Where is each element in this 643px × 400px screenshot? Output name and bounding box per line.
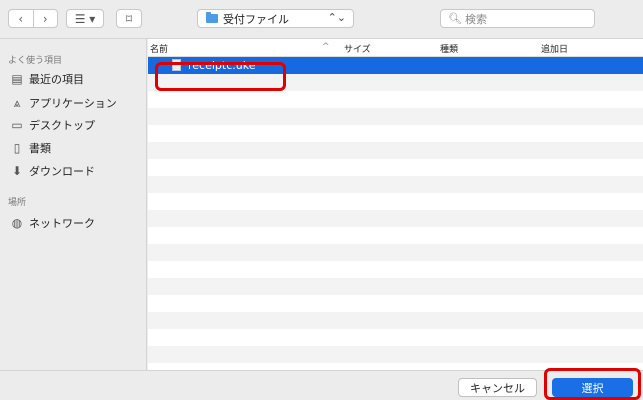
sidebar-item-documents[interactable]: ▯ 書類 bbox=[10, 140, 51, 156]
new-folder-button[interactable]: ⌑ bbox=[116, 9, 142, 28]
sidebar-item-network[interactable]: ◍ ネットワーク bbox=[10, 215, 95, 231]
column-header: 名前 ^ サイズ 種類 追加日 bbox=[148, 39, 643, 57]
sidebar-item-label: 書類 bbox=[29, 142, 51, 155]
column-kind[interactable]: 種類 bbox=[440, 42, 458, 55]
column-date-added[interactable]: 追加日 bbox=[541, 42, 568, 55]
search-icon: 🔍︎ bbox=[448, 12, 462, 25]
chevron-updown-icon: ⌃⌄ bbox=[327, 11, 346, 24]
column-size[interactable]: サイズ bbox=[344, 42, 371, 55]
table-row bbox=[148, 329, 643, 346]
table-row bbox=[148, 278, 643, 295]
file-highlight-annotation bbox=[155, 62, 286, 91]
applications-icon: ⩓ bbox=[13, 95, 21, 110]
location-label: 受付ファイル bbox=[223, 12, 289, 26]
sidebar-header-favorites: よく使う項目 bbox=[8, 56, 63, 66]
sidebar: よく使う項目 ▤ 最近の項目 ⩓ アプリケーション ▭ デスクトップ ▯ 書類 … bbox=[0, 39, 147, 370]
sidebar-item-label: ネットワーク bbox=[29, 217, 95, 230]
sidebar-item-applications[interactable]: ⩓ アプリケーション bbox=[10, 95, 117, 111]
sidebar-item-label: 最近の項目 bbox=[29, 73, 84, 86]
table-row bbox=[148, 108, 643, 125]
search-placeholder: 検索 bbox=[464, 12, 487, 26]
file-rows: receiptc.uke bbox=[148, 57, 643, 370]
forward-button[interactable]: › bbox=[34, 10, 58, 27]
table-row bbox=[148, 346, 643, 363]
location-popup[interactable]: 受付ファイル ⌃⌄ bbox=[197, 9, 354, 28]
cancel-button[interactable]: キャンセル bbox=[458, 378, 537, 397]
table-row bbox=[148, 261, 643, 278]
sidebar-item-label: アプリケーション bbox=[29, 97, 117, 110]
network-icon: ◍ bbox=[11, 216, 23, 230]
downloads-icon: ⬇ bbox=[11, 164, 23, 178]
toolbar: ‹ › ☰ ▾ ⌑ 受付ファイル ⌃⌄ 🔍︎ 検索 bbox=[0, 0, 643, 39]
sidebar-item-recents[interactable]: ▤ 最近の項目 bbox=[10, 71, 84, 87]
sidebar-item-downloads[interactable]: ⬇ ダウンロード bbox=[10, 163, 95, 179]
table-row bbox=[148, 125, 643, 142]
recents-icon: ▤ bbox=[11, 72, 23, 86]
desktop-icon: ▭ bbox=[11, 118, 23, 132]
table-row bbox=[148, 210, 643, 227]
table-row bbox=[148, 193, 643, 210]
sidebar-item-label: デスクトップ bbox=[29, 119, 95, 132]
table-row bbox=[148, 227, 643, 244]
sidebar-item-label: ダウンロード bbox=[29, 165, 95, 178]
folder-icon bbox=[206, 12, 218, 23]
documents-icon: ▯ bbox=[13, 141, 21, 155]
search-field[interactable]: 🔍︎ 検索 bbox=[440, 9, 595, 28]
table-row bbox=[148, 159, 643, 176]
sidebar-item-desktop[interactable]: ▭ デスクトップ bbox=[10, 117, 95, 133]
table-row bbox=[148, 142, 643, 159]
view-options-button[interactable]: ☰ ▾ bbox=[66, 9, 104, 28]
column-name[interactable]: 名前 bbox=[150, 42, 168, 55]
nav-button-group: ‹ › bbox=[8, 9, 58, 28]
sidebar-header-places: 場所 bbox=[8, 198, 27, 208]
back-button[interactable]: ‹ bbox=[9, 10, 34, 27]
table-row bbox=[148, 91, 643, 108]
table-row bbox=[148, 312, 643, 329]
table-row bbox=[148, 295, 643, 312]
table-row bbox=[148, 244, 643, 261]
sort-indicator-icon: ^ bbox=[322, 42, 330, 52]
choose-highlight-annotation bbox=[544, 368, 641, 400]
table-row bbox=[148, 176, 643, 193]
